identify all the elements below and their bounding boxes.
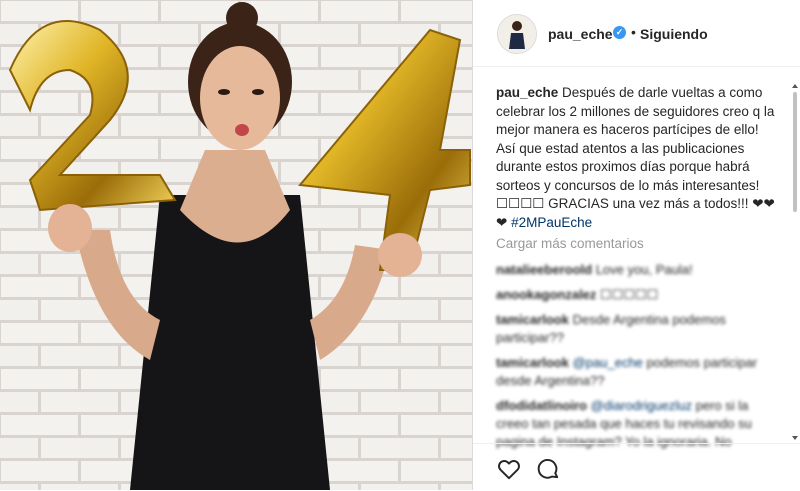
photo-illustration [0,0,472,490]
caption-text: Después de darle vueltas a como celebrar… [496,85,775,230]
scrollbar-thumb[interactable] [793,92,797,212]
header-separator: • [631,24,636,40]
comment-item: tamicarlook Desde Argentina podemos part… [496,311,766,347]
caption-hashtag[interactable]: #2MPauEche [511,215,592,230]
heart-icon[interactable] [496,456,522,482]
comment-item: natalieeberoold Love you, Paula! [496,261,766,279]
comment-username[interactable]: tamicarlook [496,312,569,327]
comments-list: natalieeberoold Love you, Paula! anookag… [496,261,766,458]
post-actions-bar [473,443,800,491]
comment-mention[interactable]: @diarodriguezluz [591,398,692,413]
comment-username[interactable]: anookagonzalez [496,287,596,302]
post-caption: pau_eche Después de darle vueltas a como… [496,84,776,232]
comments-scrollbar[interactable] [792,84,798,440]
verified-badge-icon: ✓ [613,26,626,39]
load-more-comments-link[interactable]: Cargar más comentarios [496,236,644,251]
avatar[interactable] [497,14,537,54]
comment-item: tamicarlook @pau_eche podemos participar… [496,354,766,390]
caption-username[interactable]: pau_eche [496,85,558,100]
header-username[interactable]: pau_eche [548,26,613,42]
scroll-up-arrow-icon[interactable] [792,84,798,88]
comment-item: anookagonzalez ☐☐☐☐☐ [496,286,766,304]
comment-username[interactable]: dfodidatlinoiro [496,398,587,413]
scroll-down-arrow-icon[interactable] [792,436,798,440]
comment-username[interactable]: tamicarlook [496,355,569,370]
post-details-panel: pau_eche ✓ • Siguiendo pau_eche Después … [473,0,800,490]
following-button[interactable]: Siguiendo [640,26,708,42]
comment-icon[interactable] [535,456,561,482]
post-photo[interactable] [0,0,472,490]
comment-mention[interactable]: @pau_eche [573,355,643,370]
comment-text: Love you, Paula! [595,262,693,277]
comment-text: ☐☐☐☐☐ [600,287,659,302]
post-header: pau_eche ✓ • Siguiendo [473,0,800,67]
comment-username[interactable]: natalieeberoold [496,262,592,277]
avatar-image-icon [498,15,536,53]
